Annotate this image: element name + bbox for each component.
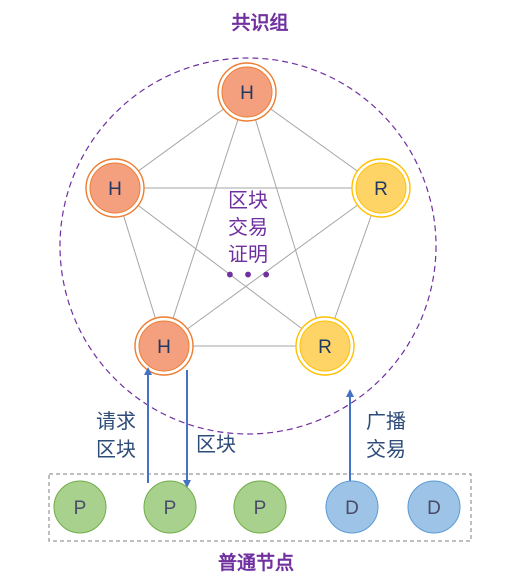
ordinary-node-1: P [53,480,107,534]
broadcast-tx-label-line-1: 广播 [366,409,406,433]
consensus-node-bottom-left: H [134,316,194,376]
node-label: P [254,498,267,519]
consensus-diagram: 共识组 区块 交易 证明 • • • H H R H R 请求 区块 区块 广播… [48,11,472,574]
ordinary-node-3: P [233,480,287,534]
node-label: H [157,337,171,358]
consensus-group-title: 共识组 [231,11,288,34]
center-label: 区块 交易 证明 • • • [224,188,272,287]
link-right-bottomleft [163,187,382,347]
node-label: D [345,498,359,519]
block-label: 区块 [196,432,236,456]
center-label-line-2: 交易 [228,215,268,239]
ellipsis: • • • [224,263,272,287]
request-block-label-line-2: 区块 [96,437,136,461]
node-label: P [164,498,177,519]
node-label: P [74,498,87,519]
ordinary-node-4: D [325,480,379,534]
node-label: R [374,179,388,200]
broadcast-tx-label-line-2: 交易 [366,437,406,461]
consensus-node-bottom-right: R [295,316,355,376]
request-block-label-line-1: 请求 [96,409,136,433]
consensus-node-left: H [85,158,145,218]
node-label: R [318,337,332,358]
node-label: H [108,179,122,200]
ordinary-nodes-title: 普通节点 [218,551,294,574]
ordinary-node-5: D [407,480,461,534]
node-label: D [427,498,441,519]
ordinary-node-2: P [143,480,197,534]
center-label-line-1: 区块 [228,188,268,212]
consensus-node-top: H [217,62,277,122]
consensus-node-right: R [351,158,411,218]
node-label: H [240,83,254,104]
